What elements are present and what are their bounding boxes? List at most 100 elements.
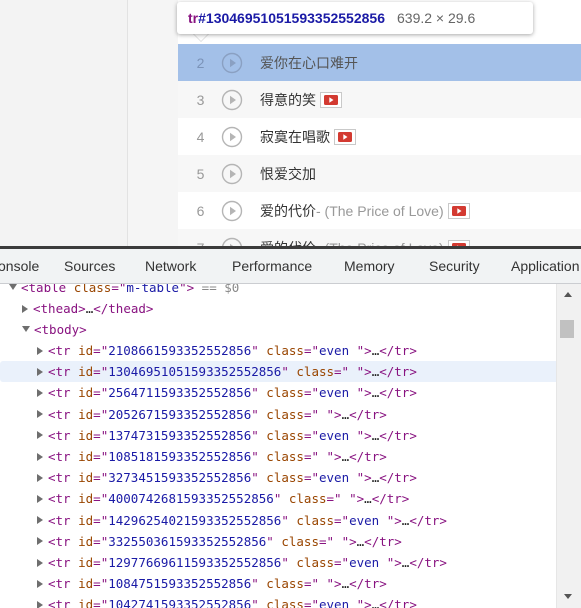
tag-open: <tr (48, 364, 79, 380)
collapse-triangle-icon[interactable] (9, 284, 17, 290)
devtools-tab-sources[interactable]: Sources (64, 249, 115, 283)
tag: "> (386, 512, 402, 528)
dom-node-tr[interactable]: <tr id="1084751593352552856" class=" ">…… (0, 573, 556, 594)
attr-value: 1042741593352552856 (108, 597, 252, 608)
inspector-tooltip: tr #13046951051593352552856 639.2 × 29.6 (177, 2, 533, 34)
song-row[interactable]: 6 爱的代价 - (The Price of Love) (178, 192, 581, 229)
tag: "> (386, 555, 402, 570)
dom-node-tr[interactable]: <tr id="13046951051593352552856" class="… (0, 361, 556, 383)
song-index: 6 (196, 202, 205, 219)
play-icon[interactable] (221, 237, 243, 247)
dom-node-tr[interactable]: <tr id="12977669611593352552856" class="… (0, 552, 556, 573)
mv-video-icon[interactable] (447, 202, 470, 219)
mv-video-icon[interactable] (334, 128, 356, 145)
tag-open: <tr (48, 406, 79, 422)
dom-node-tr[interactable]: <tr id="1085181593352552856" class=" ">…… (0, 446, 556, 467)
attr-eq: =" (334, 512, 350, 528)
dom-node-tr[interactable]: <tr id="3273451593352552856" class="even… (0, 467, 556, 488)
dom-node-table[interactable]: <table class="m-table"> == $0 (0, 284, 556, 298)
dom-node-tr[interactable]: <tr id="1042741593352552856" class="even… (0, 594, 556, 608)
attr-eq: =" (93, 491, 109, 507)
mv-video-icon[interactable] (320, 91, 342, 108)
expand-triangle-icon[interactable] (37, 431, 43, 440)
attr-eq: =" (303, 427, 319, 443)
attr-eq: =" (93, 364, 109, 380)
expand-triangle-icon[interactable] (37, 410, 43, 419)
attr-name: class (281, 533, 319, 549)
expand-triangle-icon[interactable] (37, 473, 43, 482)
song-title[interactable]: 爱你在心口难开 (260, 53, 358, 73)
expand-triangle-icon[interactable] (37, 388, 43, 397)
tag-open: <tr (48, 597, 79, 608)
play-icon[interactable] (221, 52, 243, 74)
song-title[interactable]: 爱的代价 (260, 238, 316, 247)
attr-value: even (319, 385, 357, 401)
dom-node-tr[interactable]: <tr id="1374731593352552856" class="even… (0, 425, 556, 446)
song-title[interactable]: 得意的笑 (260, 90, 316, 110)
expand-triangle-icon[interactable] (37, 452, 43, 461)
dom-tree-scrollbar[interactable] (556, 284, 581, 608)
expand-triangle-icon[interactable] (22, 304, 28, 313)
tag-close: "> (179, 284, 195, 295)
expand-triangle-icon[interactable] (37, 579, 43, 588)
tag: "> (326, 576, 342, 592)
ellipsis: … (341, 406, 350, 422)
expand-triangle-icon[interactable] (37, 346, 43, 355)
attr-eq: =" (326, 491, 342, 507)
attr-value: 14296254021593352552856 (108, 512, 282, 528)
dom-node-thead[interactable]: <thead>…</thead> (0, 298, 556, 319)
expand-triangle-icon[interactable] (37, 516, 43, 525)
song-row[interactable]: 4 寂寞在唱歌 (178, 118, 581, 155)
dom-node-tr[interactable]: <tr id="2108661593352552856" class="even… (0, 340, 556, 361)
song-title[interactable]: 寂寞在唱歌 (260, 127, 330, 147)
expand-triangle-icon[interactable] (37, 558, 43, 567)
tag: "> (341, 533, 357, 549)
dom-node-tr[interactable]: <tr id="332550361593352552856" class=" "… (0, 531, 556, 552)
devtools-tab-security[interactable]: Security (429, 249, 480, 283)
attr-quote: " (281, 512, 297, 528)
devtools-tab-performance[interactable]: Performance (232, 249, 312, 283)
devtools-tab-application[interactable]: Application (511, 249, 580, 283)
attr-value: even (319, 470, 357, 486)
tag: </tr> (379, 343, 417, 358)
attr-eq: =" (303, 576, 319, 592)
attr-value (319, 449, 327, 464)
dom-node-tr[interactable]: <tr id="4000742681593352552856" class=" … (0, 488, 556, 509)
song-row[interactable]: 7爱的代价 - (The Price of Love) (178, 229, 581, 246)
devtools-tab-bar: onsole Sources Network Performance Memory Sec… (0, 249, 581, 284)
play-icon[interactable] (221, 163, 243, 185)
play-icon[interactable] (221, 126, 243, 148)
scroll-down-arrow-icon[interactable] (564, 594, 572, 599)
expand-triangle-icon[interactable] (37, 600, 43, 608)
dom-node-tbody[interactable]: <tbody> (0, 319, 556, 340)
song-list-table: 2 爱你在心口难开 3 得意的笑 4 寂寞在唱歌 5 恨爱交加 6 爱的代价 - (The Pri… (178, 0, 581, 246)
attr-value (342, 491, 350, 506)
song-row[interactable]: 2 爱你在心口难开 (178, 44, 581, 81)
attr-value (319, 576, 327, 591)
attr-name: id (78, 470, 94, 486)
song-title[interactable]: 恨爱交加 (260, 164, 316, 184)
collapse-triangle-icon[interactable] (22, 325, 30, 332)
devtools-tab-network[interactable]: Network (145, 249, 196, 283)
play-icon[interactable] (221, 89, 243, 111)
scroll-thumb[interactable] (560, 320, 574, 338)
devtools-tab-onsole[interactable]: onsole (0, 249, 39, 283)
attr-eq: =" (334, 364, 350, 380)
scroll-up-arrow-icon[interactable] (564, 292, 572, 297)
attr-eq: =" (303, 406, 319, 422)
dom-node-tr[interactable]: <tr id="14296254021593352552856" class="… (0, 510, 556, 531)
expand-triangle-icon[interactable] (37, 494, 43, 503)
song-alias: - (The Price of Love) (316, 202, 444, 219)
play-icon[interactable] (221, 200, 243, 222)
attr-quote: " (251, 343, 267, 358)
song-row[interactable]: 5 恨爱交加 (178, 155, 581, 192)
expand-triangle-icon[interactable] (37, 537, 43, 546)
dom-node-tr[interactable]: <tr id="2052671593352552856" class=" ">…… (0, 404, 556, 425)
song-title[interactable]: 爱的代价 (260, 201, 316, 221)
attr-eq: =" (93, 427, 109, 443)
expand-triangle-icon[interactable] (37, 367, 43, 376)
song-row[interactable]: 3 得意的笑 (178, 81, 581, 118)
dom-node-tr[interactable]: <tr id="2564711593352552856" class="even… (0, 382, 556, 403)
attr-name: class (288, 491, 327, 507)
devtools-tab-memory[interactable]: Memory (344, 249, 395, 283)
